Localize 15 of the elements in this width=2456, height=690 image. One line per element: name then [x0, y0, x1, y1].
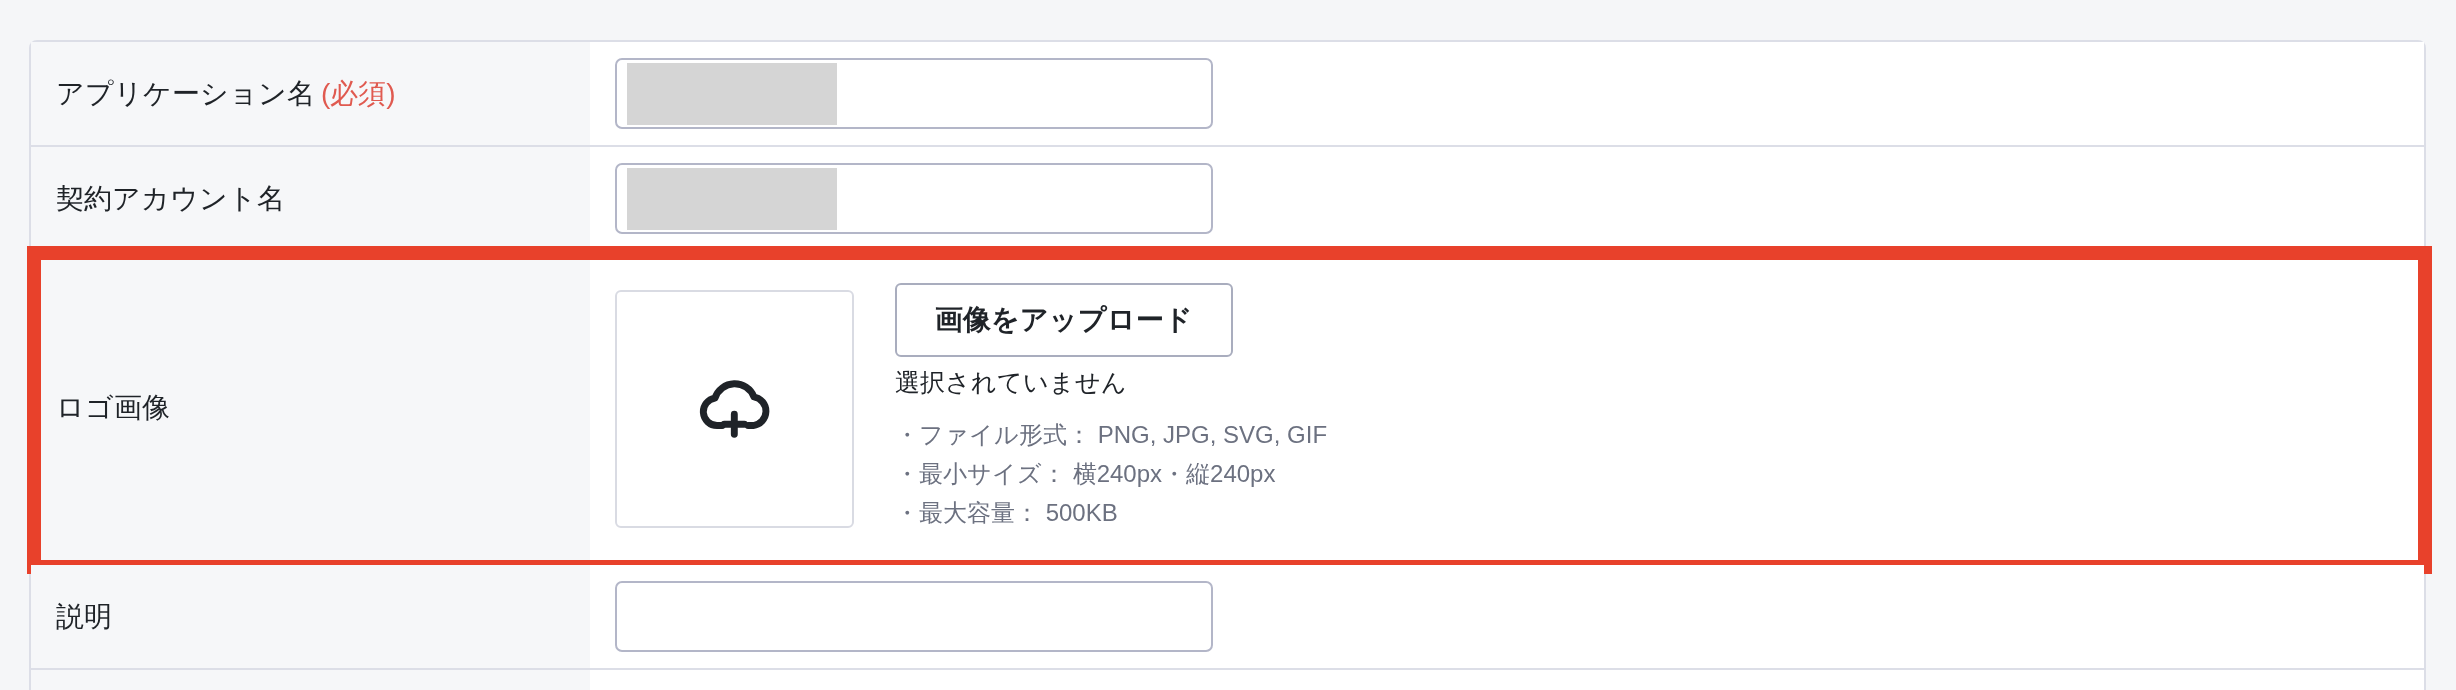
input-field[interactable]: [615, 163, 1213, 234]
field-label: アプリケーション名: [56, 76, 315, 111]
requirement-note: ・最小サイズ： 横240px・縦240px: [895, 459, 1277, 489]
field-label: 説明: [56, 599, 112, 634]
field-label: ロゴ画像: [56, 390, 170, 425]
requirement-note: ・最大容量： 500KB: [895, 498, 1119, 528]
field-label: 契約アカウント名: [56, 181, 285, 216]
required-mark: (必須): [321, 76, 396, 111]
cloud-plus-icon: [698, 380, 771, 438]
image-dropzone[interactable]: [615, 290, 854, 528]
input-field[interactable]: [615, 581, 1213, 652]
input-field[interactable]: [615, 58, 1213, 129]
file-status-text: 選択されていません: [895, 367, 1127, 398]
upload-button[interactable]: 画像をアップロード: [895, 283, 1233, 357]
requirement-note: ・ファイル形式： PNG, JPG, SVG, GIF: [895, 420, 1328, 450]
